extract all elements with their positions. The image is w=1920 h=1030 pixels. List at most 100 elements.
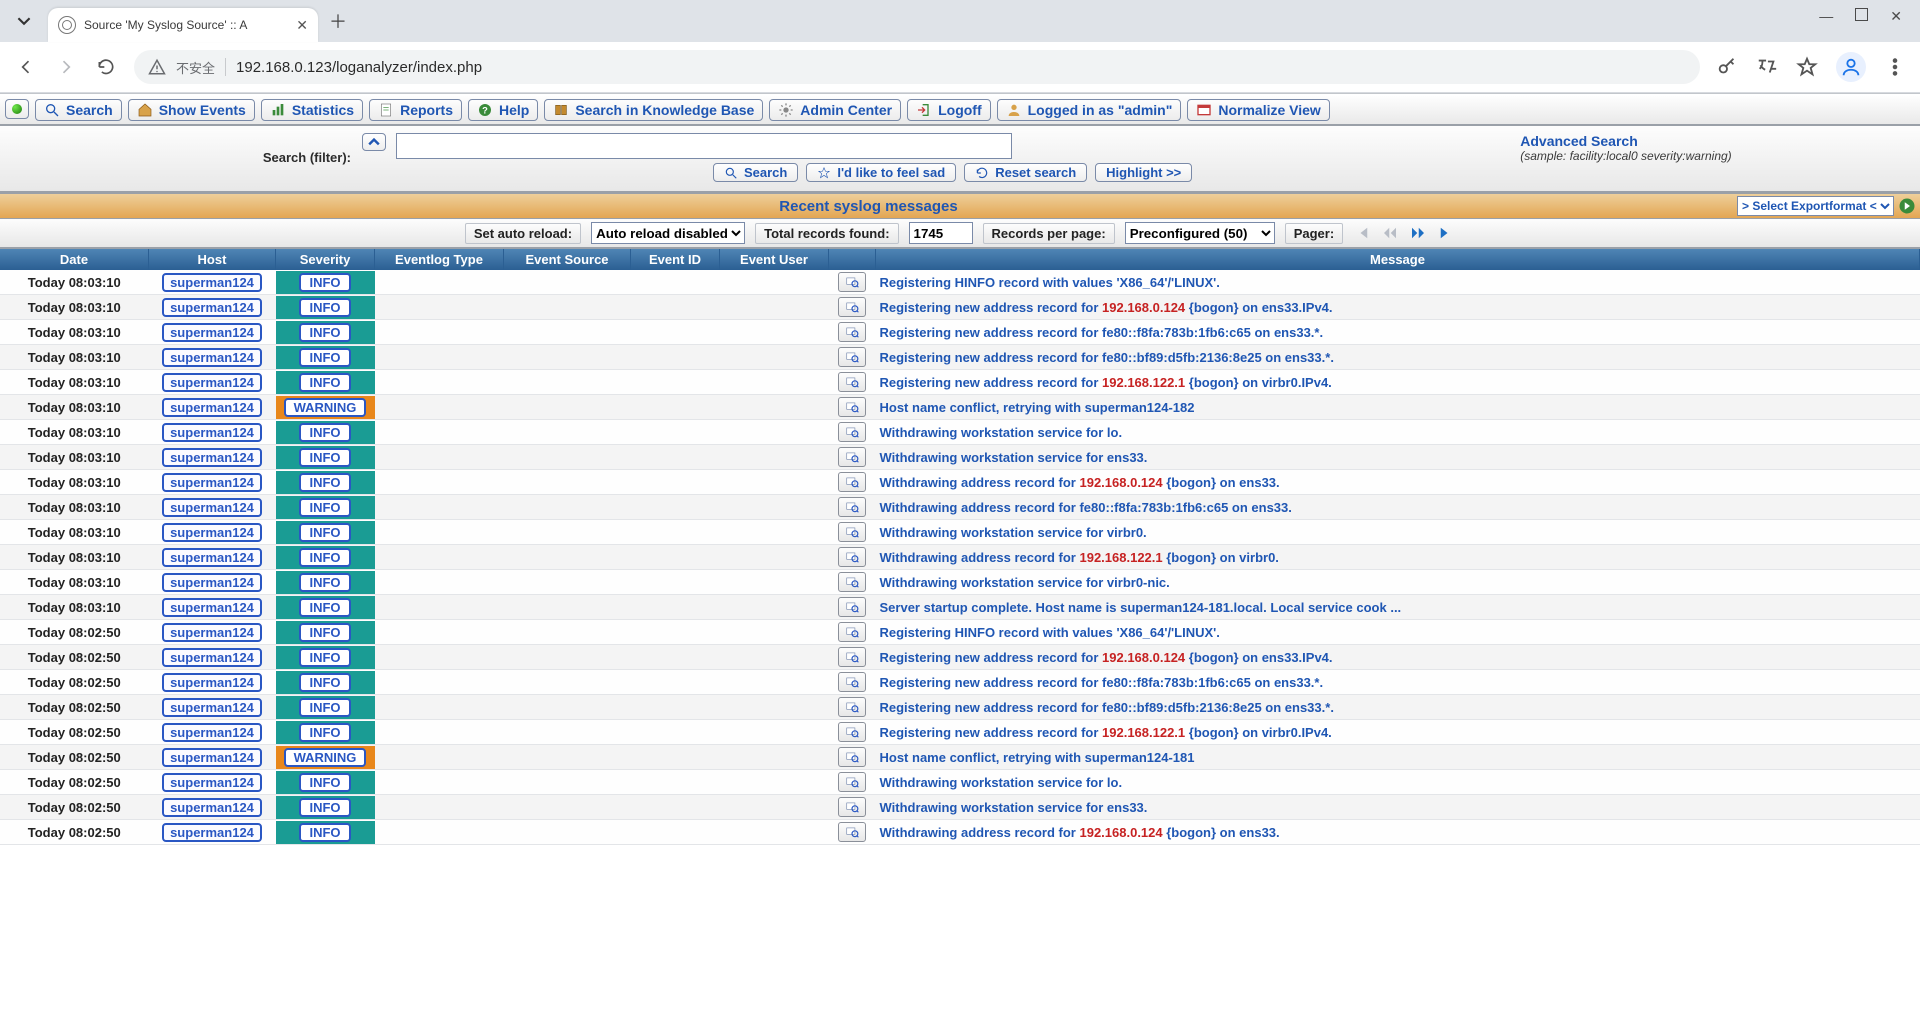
pager-prev-button[interactable] <box>1381 224 1399 242</box>
search-button[interactable]: Search <box>713 163 798 182</box>
detail-icon[interactable] <box>838 297 866 317</box>
severity-badge[interactable]: INFO <box>299 823 350 842</box>
severity-badge[interactable]: INFO <box>299 373 350 392</box>
window-maximize-button[interactable] <box>1855 8 1868 25</box>
nav-back-button[interactable] <box>14 55 38 79</box>
host-link[interactable]: superman124 <box>162 473 262 492</box>
host-link[interactable]: superman124 <box>162 548 262 567</box>
severity-badge[interactable]: INFO <box>299 323 350 342</box>
host-link[interactable]: superman124 <box>162 698 262 717</box>
cell-message[interactable]: Registering new address record for 192.1… <box>876 720 1920 745</box>
host-link[interactable]: superman124 <box>162 423 262 442</box>
host-link[interactable]: superman124 <box>162 648 262 667</box>
menu-logged-in[interactable]: Logged in as "admin" <box>997 99 1182 121</box>
records-per-page-select[interactable]: Preconfigured (50) <box>1125 222 1275 244</box>
cell-message[interactable]: Registering new address record for 192.1… <box>876 645 1920 670</box>
col-eventlog-type[interactable]: Eventlog Type <box>375 249 504 270</box>
severity-badge[interactable]: INFO <box>299 623 350 642</box>
cell-message[interactable]: Withdrawing workstation service for lo. <box>876 770 1920 795</box>
col-date[interactable]: Date <box>0 249 149 270</box>
menu-reports-button[interactable]: Reports <box>369 99 462 121</box>
total-records-value[interactable] <box>909 222 973 244</box>
host-link[interactable]: superman124 <box>162 623 262 642</box>
tabs-dropdown-button[interactable] <box>10 7 38 35</box>
menu-logoff-button[interactable]: Logoff <box>907 99 991 121</box>
col-message[interactable]: Message <box>876 249 1920 270</box>
host-link[interactable]: superman124 <box>162 273 262 292</box>
severity-badge[interactable]: INFO <box>299 673 350 692</box>
cell-message[interactable]: Host name conflict, retrying with superm… <box>876 395 1920 420</box>
severity-badge[interactable]: INFO <box>299 698 350 717</box>
col-event-source[interactable]: Event Source <box>504 249 631 270</box>
menu-statistics-button[interactable]: Statistics <box>261 99 363 121</box>
cell-message[interactable]: Registering new address record for fe80:… <box>876 345 1920 370</box>
cell-message[interactable]: Withdrawing address record for 192.168.0… <box>876 820 1920 845</box>
cell-message[interactable]: Registering HINFO record with values 'X8… <box>876 270 1920 295</box>
detail-icon[interactable] <box>838 322 866 342</box>
browser-tab[interactable]: Source 'My Syslog Source' :: A ✕ <box>48 8 318 42</box>
severity-badge[interactable]: INFO <box>299 298 350 317</box>
host-link[interactable]: superman124 <box>162 573 262 592</box>
cell-message[interactable]: Host name conflict, retrying with superm… <box>876 745 1920 770</box>
password-key-icon[interactable] <box>1716 56 1738 78</box>
detail-icon[interactable] <box>838 772 866 792</box>
col-host[interactable]: Host <box>149 249 276 270</box>
host-link[interactable]: superman124 <box>162 523 262 542</box>
col-severity[interactable]: Severity <box>276 249 375 270</box>
cell-message[interactable]: Registering new address record for 192.1… <box>876 370 1920 395</box>
cell-message[interactable]: Registering new address record for fe80:… <box>876 320 1920 345</box>
translate-icon[interactable] <box>1756 56 1778 78</box>
host-link[interactable]: superman124 <box>162 723 262 742</box>
detail-icon[interactable] <box>838 397 866 417</box>
col-event-user[interactable]: Event User <box>720 249 829 270</box>
detail-icon[interactable] <box>838 697 866 717</box>
detail-icon[interactable] <box>838 272 866 292</box>
severity-badge[interactable]: INFO <box>299 423 350 442</box>
severity-badge[interactable]: INFO <box>299 473 350 492</box>
menu-help-button[interactable]: ?Help <box>468 99 538 121</box>
host-link[interactable]: superman124 <box>162 748 262 767</box>
detail-icon[interactable] <box>838 347 866 367</box>
severity-badge[interactable]: INFO <box>299 723 350 742</box>
detail-icon[interactable] <box>838 722 866 742</box>
detail-icon[interactable] <box>838 747 866 767</box>
pager-last-button[interactable] <box>1437 224 1455 242</box>
cell-message[interactable]: Registering new address record for 192.1… <box>876 295 1920 320</box>
cell-message[interactable]: Withdrawing address record for fe80::f8f… <box>876 495 1920 520</box>
menu-kb-button[interactable]: Search in Knowledge Base <box>544 99 763 121</box>
cell-message[interactable]: Withdrawing workstation service for lo. <box>876 420 1920 445</box>
severity-badge[interactable]: INFO <box>299 598 350 617</box>
cell-message[interactable]: Withdrawing workstation service for virb… <box>876 570 1920 595</box>
severity-badge[interactable]: INFO <box>299 798 350 817</box>
severity-badge[interactable]: INFO <box>299 348 350 367</box>
nav-reload-button[interactable] <box>94 55 118 79</box>
severity-badge[interactable]: INFO <box>299 448 350 467</box>
nav-forward-button[interactable] <box>54 55 78 79</box>
host-link[interactable]: superman124 <box>162 823 262 842</box>
severity-badge[interactable]: WARNING <box>284 748 367 767</box>
menu-show-events-button[interactable]: Show Events <box>128 99 255 121</box>
severity-badge[interactable]: INFO <box>299 498 350 517</box>
bookmark-star-icon[interactable] <box>1796 56 1818 78</box>
host-link[interactable]: superman124 <box>162 348 262 367</box>
profile-avatar-icon[interactable] <box>1836 52 1866 82</box>
menu-normalize-button[interactable]: Normalize View <box>1187 99 1329 121</box>
menu-admin-button[interactable]: Admin Center <box>769 99 901 121</box>
severity-badge[interactable]: INFO <box>299 648 350 667</box>
host-link[interactable]: superman124 <box>162 448 262 467</box>
host-link[interactable]: superman124 <box>162 798 262 817</box>
advanced-search-link[interactable]: Advanced Search <box>1520 133 1909 149</box>
col-event-id[interactable]: Event ID <box>631 249 720 270</box>
host-link[interactable]: superman124 <box>162 673 262 692</box>
auto-reload-select[interactable]: Auto reload disabled <box>591 222 745 244</box>
menu-search-button[interactable]: Search <box>35 99 122 121</box>
chrome-menu-icon[interactable] <box>1884 56 1906 78</box>
feel-sad-button[interactable]: I'd like to feel sad <box>806 163 956 182</box>
severity-badge[interactable]: WARNING <box>284 398 367 417</box>
cell-message[interactable]: Registering new address record for fe80:… <box>876 670 1920 695</box>
reset-search-button[interactable]: Reset search <box>964 163 1087 182</box>
detail-icon[interactable] <box>838 497 866 517</box>
detail-icon[interactable] <box>838 547 866 567</box>
host-link[interactable]: superman124 <box>162 373 262 392</box>
detail-icon[interactable] <box>838 472 866 492</box>
